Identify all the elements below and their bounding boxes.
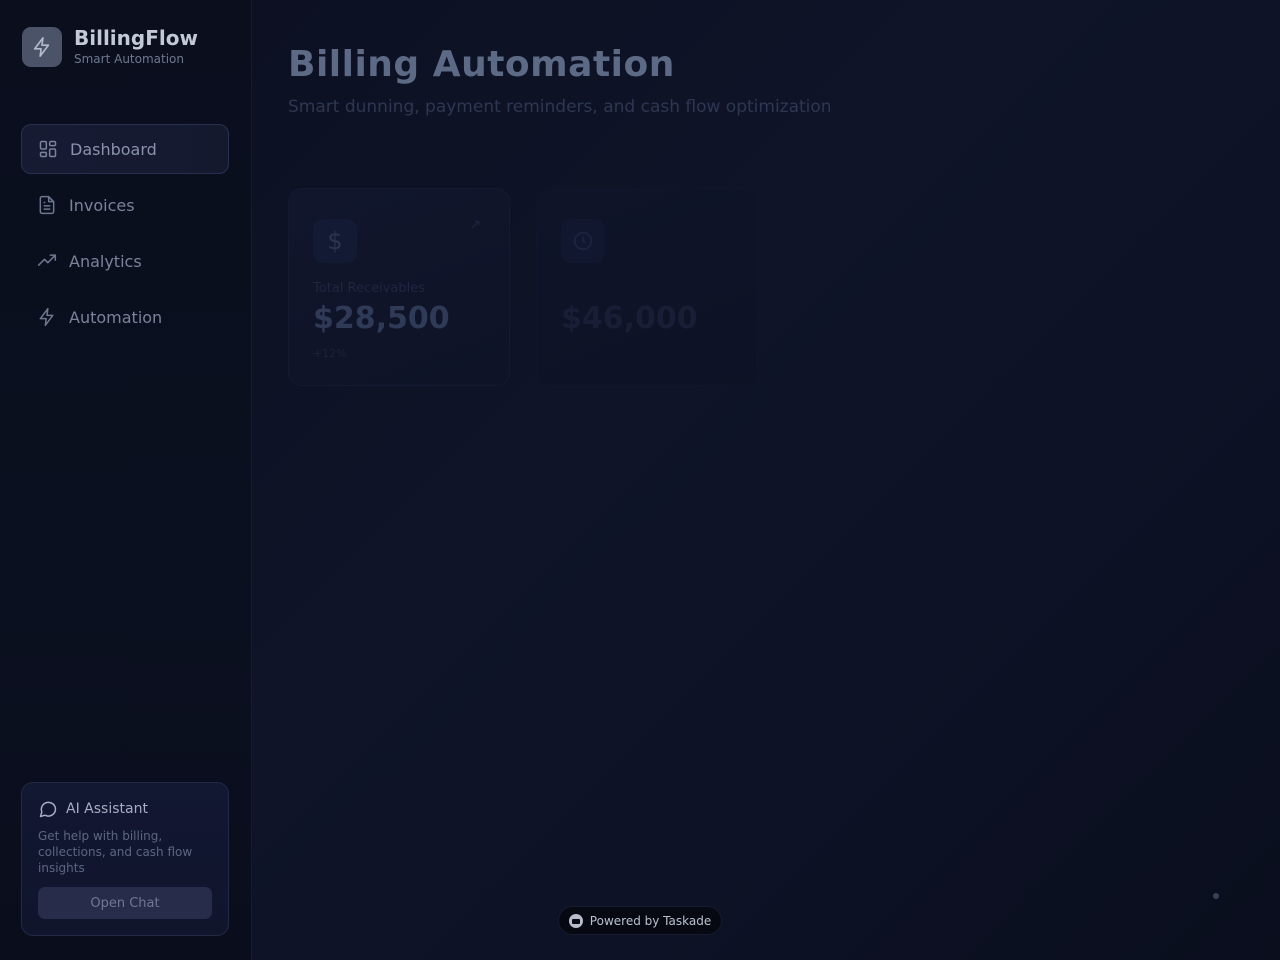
powered-by-label: Powered by Taskade	[589, 913, 712, 928]
arrow-up-right-icon: ↗	[469, 217, 481, 233]
trend-up-icon	[37, 251, 57, 271]
stat-card-secondary[interactable]: $46,000	[536, 188, 758, 386]
powered-by-badge[interactable]: Powered by Taskade	[558, 906, 722, 935]
brand-name: BillingFlow	[74, 26, 198, 50]
sidebar-nav: Dashboard Invoices Analytics Automation	[21, 124, 229, 348]
main-content: Billing Automation Smart dunning, paymen…	[252, 0, 1280, 960]
chat-bubble-icon	[39, 801, 57, 818]
brand[interactable]: BillingFlow Smart Automation	[22, 26, 198, 67]
sidebar-item-label: Dashboard	[70, 139, 157, 159]
ai-assistant-title: AI Assistant	[66, 801, 148, 817]
sidebar-item-automation[interactable]: Automation	[21, 292, 229, 342]
app-root: BillingFlow Smart Automation Dashboard I…	[0, 0, 1280, 960]
stat-value: $46,000	[561, 301, 698, 336]
sidebar-item-dashboard[interactable]: Dashboard	[21, 124, 229, 174]
document-icon	[37, 195, 57, 215]
brand-tagline: Smart Automation	[74, 52, 185, 66]
sidebar-item-label: Automation	[69, 307, 163, 327]
ai-assistant-card: AI Assistant Get help with billing, coll…	[21, 782, 229, 936]
sidebar-item-analytics[interactable]: Analytics	[21, 236, 229, 286]
sidebar-item-label: Invoices	[69, 195, 135, 215]
clock-icon	[561, 219, 605, 263]
grid-icon	[38, 139, 58, 159]
taskade-logo-icon	[568, 913, 583, 928]
bolt-icon	[22, 26, 62, 67]
stat-card-receivables[interactable]: $ ↗ Total Receivables $28,500 +12%	[288, 188, 510, 386]
bolt-icon	[37, 307, 57, 327]
stat-value: $28,500	[313, 301, 450, 336]
sidebar-item-label: Analytics	[69, 251, 142, 271]
sidebar-item-invoices[interactable]: Invoices	[21, 180, 229, 230]
dollar-icon: $	[313, 219, 357, 263]
indicator-dot	[1213, 893, 1219, 899]
ai-assistant-description: Get help with billing, collections, and …	[38, 829, 193, 875]
page-subtitle: Smart dunning, payment reminders, and ca…	[288, 97, 832, 117]
open-chat-button[interactable]: Open Chat	[38, 887, 212, 919]
sidebar: BillingFlow Smart Automation Dashboard I…	[0, 0, 252, 960]
stat-change: +12%	[313, 347, 347, 360]
stat-label: Total Receivables	[313, 281, 425, 296]
page-title: Billing Automation	[288, 44, 675, 85]
